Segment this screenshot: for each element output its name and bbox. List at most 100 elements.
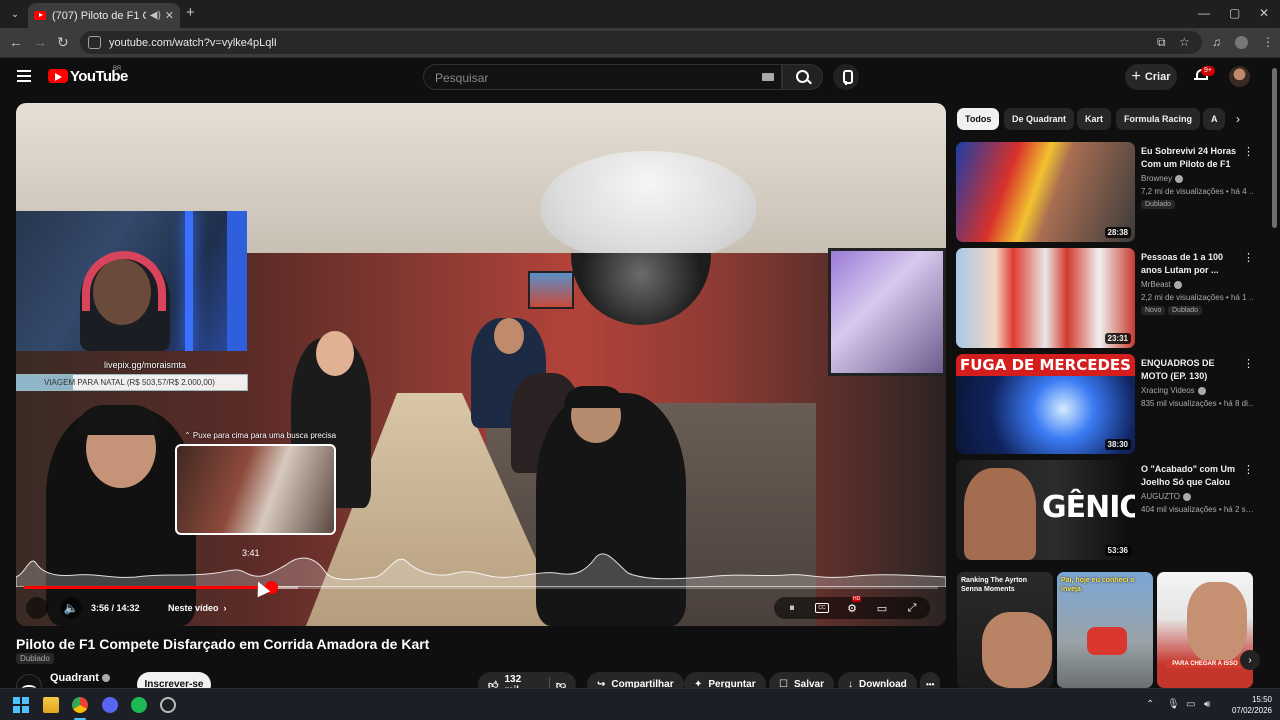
- chip-de-quadrant[interactable]: De Quadrant: [1004, 108, 1075, 130]
- video-thumbnail[interactable]: 23:31: [956, 248, 1135, 348]
- steam-icon[interactable]: [160, 697, 176, 713]
- settings-gear-icon[interactable]: ⚙: [844, 596, 862, 615]
- windows-taskbar: ⌃ 🎙︎ ▭ 🔊︎ 15:50 07/02/2026: [0, 688, 1280, 720]
- subtitles-icon[interactable]: CC: [814, 601, 830, 615]
- spotify-icon[interactable]: [131, 697, 147, 713]
- file-explorer-icon[interactable]: [43, 697, 59, 713]
- browser-menu-icon[interactable]: ⋮: [1262, 35, 1274, 49]
- precise-seek-hint: ⌃ Puxe para cima para uma busca precisa: [184, 431, 337, 440]
- reload-icon[interactable]: ↻: [57, 34, 69, 50]
- tab-search-icon[interactable]: ⌄: [6, 5, 24, 23]
- pause-button[interactable]: [26, 597, 48, 619]
- autoplay-toggle-icon[interactable]: ⏸: [784, 601, 800, 615]
- channel-name[interactable]: Quadrant: [50, 672, 110, 684]
- keyboard-icon[interactable]: [762, 73, 774, 81]
- chevron-right-icon[interactable]: ›: [1240, 650, 1260, 670]
- create-button[interactable]: + Criar: [1125, 64, 1177, 90]
- page-scrollbar[interactable]: [1272, 68, 1277, 228]
- recommendation-title[interactable]: Pessoas de 1 a 100 anos Lutam por ...: [1141, 251, 1239, 277]
- channel-name-text: Quadrant: [50, 672, 99, 684]
- bookmark-star-icon[interactable]: ☆: [1179, 35, 1190, 49]
- address-bar[interactable]: youtube.com/watch?v=vylke4pLqlI: [80, 31, 1202, 54]
- short-item[interactable]: Pai, hoje eu conheci a inveja: [1057, 572, 1153, 688]
- site-info-icon[interactable]: [88, 36, 101, 49]
- chapters-button[interactable]: Neste vídeo ›: [168, 597, 227, 619]
- verified-icon: [1197, 386, 1206, 395]
- chip-kart[interactable]: Kart: [1077, 108, 1112, 130]
- more-options-icon[interactable]: ⋮: [1243, 357, 1254, 370]
- audio-playing-icon[interactable]: ◀): [150, 10, 161, 21]
- livepix-link: livepix.gg/moraismta: [104, 360, 187, 370]
- chip-partial[interactable]: A: [1203, 108, 1225, 130]
- recommendation-channel[interactable]: MrBeast: [1141, 280, 1182, 289]
- video-frame-tv: [528, 271, 574, 309]
- voice-search-button[interactable]: [833, 64, 859, 90]
- chrome-icon[interactable]: [72, 697, 88, 713]
- video-thumbnail[interactable]: 28:38: [956, 142, 1135, 242]
- forward-arrow-icon[interactable]: →: [33, 34, 47, 50]
- video-player[interactable]: livepix.gg/moraismta VIAGEM PARA NATAL (…: [16, 103, 946, 626]
- account-avatar[interactable]: [1229, 66, 1250, 87]
- search-button[interactable]: [782, 64, 823, 90]
- chevron-right-icon[interactable]: ›: [1227, 108, 1249, 130]
- recommendation-channel[interactable]: Xracing Videos: [1141, 386, 1206, 395]
- short-item[interactable]: PARA CHEGAR A ISSO: [1157, 572, 1253, 688]
- more-options-icon[interactable]: ⋮: [1243, 251, 1254, 264]
- streamer-webcam: [16, 211, 247, 351]
- chip-formula-racing[interactable]: Formula Racing: [1116, 108, 1201, 130]
- guide-menu-icon[interactable]: [17, 70, 31, 82]
- progress-bar[interactable]: [24, 581, 938, 594]
- recommendation-title[interactable]: ENQUADROS DE MOTO (EP. 130): [1141, 357, 1239, 383]
- youtube-favicon-icon: [34, 11, 46, 20]
- new-tab-button[interactable]: +: [186, 5, 195, 21]
- video-thumbnail[interactable]: GÊNIO 53:36: [956, 460, 1135, 560]
- recommendation-channel[interactable]: Browney: [1141, 174, 1184, 183]
- browser-tab-strip: ⌄ (707) Piloto de F1 Compete ◀) ✕ + — ▢ …: [0, 0, 1280, 28]
- browser-tab-active[interactable]: (707) Piloto de F1 Compete ◀) ✕: [28, 3, 180, 28]
- speaker-icon[interactable]: 🔊︎: [1204, 699, 1210, 710]
- dubbed-badge: Dublado: [1168, 306, 1203, 315]
- clock-time: 15:50: [1251, 695, 1272, 704]
- recommendation-item[interactable]: 28:38 Eu Sobrevivi 24 Horas Com um Pilot…: [956, 142, 1256, 242]
- windows-start-icon[interactable]: [13, 697, 29, 713]
- chip-todos[interactable]: Todos: [957, 108, 1000, 130]
- youtube-logo-icon[interactable]: [48, 69, 68, 83]
- back-arrow-icon[interactable]: ←: [9, 34, 23, 50]
- window-maximize-button[interactable]: ▢: [1229, 6, 1240, 20]
- system-clock[interactable]: 15:50 07/02/2026: [1232, 694, 1272, 716]
- recommendation-item[interactable]: GÊNIO 53:36 O "Acabado" com Um Joelho Só…: [956, 460, 1256, 560]
- url-text: youtube.com/watch?v=vylke4pLqlI: [109, 36, 277, 49]
- verified-icon: [101, 674, 110, 683]
- short-item[interactable]: Ranking The Ayrton Senna Moments: [957, 572, 1053, 688]
- discord-icon[interactable]: [102, 697, 118, 713]
- video-thumbnail[interactable]: FUGA DE MERCEDES 38:30: [956, 354, 1135, 454]
- network-icon[interactable]: ▭: [1186, 699, 1195, 710]
- profile-avatar-icon[interactable]: [1235, 36, 1248, 49]
- recommendation-item[interactable]: 23:31 Pessoas de 1 a 100 anos Lutam por …: [956, 248, 1256, 348]
- media-controls-icon[interactable]: ♫: [1212, 35, 1221, 49]
- fullscreen-icon[interactable]: ⤢: [904, 601, 920, 615]
- recommendation-channel[interactable]: AUGUZTO: [1141, 492, 1191, 501]
- recommendation-title[interactable]: O "Acabado" com Um Joelho Só que Calou .…: [1141, 463, 1239, 489]
- install-app-icon[interactable]: ⧉: [1157, 35, 1166, 50]
- seek-preview-thumbnail: [175, 444, 336, 535]
- tray-overflow-icon[interactable]: ⌃: [1146, 699, 1154, 710]
- volume-icon[interactable]: 🔈: [60, 597, 82, 619]
- tab-close-icon[interactable]: ✕: [165, 9, 174, 22]
- recommendation-title[interactable]: Eu Sobrevivi 24 Horas Com um Piloto de F…: [1141, 145, 1239, 171]
- more-options-icon[interactable]: ⋮: [1243, 145, 1254, 158]
- search-input[interactable]: Pesquisar: [423, 64, 782, 90]
- recommendation-item[interactable]: FUGA DE MERCEDES 38:30 ENQUADROS DE MOTO…: [956, 354, 1256, 454]
- window-close-button[interactable]: ✕: [1259, 6, 1269, 20]
- dubbed-badge: Dublado: [1141, 200, 1176, 209]
- headset: [82, 251, 166, 311]
- window-minimize-button[interactable]: —: [1198, 6, 1210, 20]
- more-options-icon[interactable]: ⋮: [1243, 463, 1254, 476]
- recommendation-stats: 7,2 mi de visualizações • há 4 …: [1141, 187, 1253, 196]
- create-label: Criar: [1144, 71, 1171, 83]
- microphone-tray-icon[interactable]: 🎙︎: [1167, 699, 1180, 710]
- theater-mode-icon[interactable]: ▭: [874, 601, 890, 615]
- channel-text: Browney: [1141, 174, 1173, 183]
- new-badge: Novo: [1141, 306, 1166, 315]
- dubbed-badge: Dublado: [16, 653, 54, 664]
